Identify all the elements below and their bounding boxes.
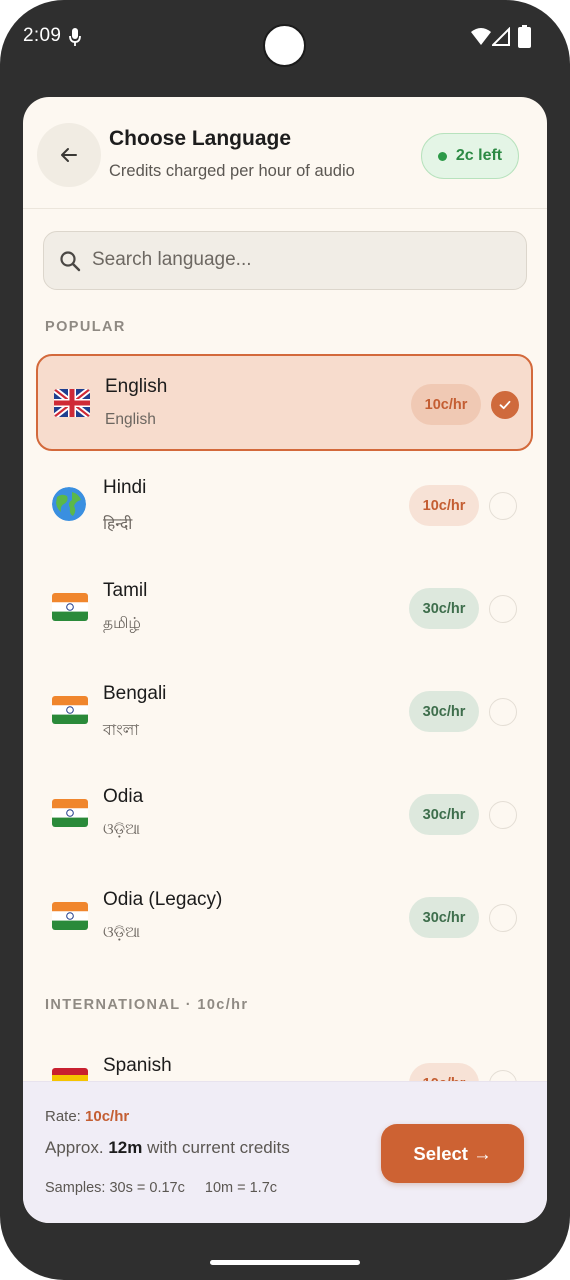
language-native-name: ଓଡ଼ିଆ (103, 924, 141, 941)
language-name: Bengali (103, 683, 167, 704)
section-label-popular: POPULAR (45, 319, 126, 335)
search-icon (60, 251, 81, 272)
globe-icon (52, 487, 86, 521)
home-indicator[interactable] (210, 1260, 360, 1265)
status-time: 2:09 (23, 25, 62, 46)
rate-badge: 30c/hr (409, 794, 479, 835)
rate-badge: 30c/hr (409, 588, 479, 629)
radio-unchecked[interactable] (489, 595, 517, 623)
search-box[interactable] (43, 231, 527, 290)
arrow-left-icon (61, 148, 77, 162)
india-flag-icon (52, 593, 88, 621)
rate-badge: 30c/hr (409, 691, 479, 732)
footer-rate: Rate: 10c/hr (45, 1108, 129, 1125)
battery-icon (518, 25, 531, 48)
status-dot-icon (437, 151, 447, 161)
footer-panel: Rate: 10c/hr Approx. 12m with current cr… (23, 1081, 547, 1223)
sample-30s: Samples: 30s = 0.17c (45, 1180, 185, 1196)
language-name: Odia (103, 786, 144, 807)
header: Choose Language Credits charged per hour… (23, 97, 547, 209)
india-flag-icon (52, 902, 88, 930)
wifi-icon (471, 28, 491, 45)
language-row-odia-legacy[interactable]: Odia (Legacy) ଓଡ଼ିଆ 30c/hr (36, 869, 533, 966)
language-row-bengali[interactable]: Bengali বাংলা 30c/hr (36, 663, 533, 760)
approx-value: 12m (108, 1138, 143, 1157)
back-button[interactable] (37, 123, 101, 187)
rate-value: 10c/hr (85, 1108, 130, 1125)
language-row-tamil[interactable]: Tamil தமிழ் 30c/hr (36, 560, 533, 657)
language-row-hindi[interactable]: Hindi हिन्दी 10c/hr (36, 457, 533, 554)
select-button[interactable]: Select → (381, 1124, 524, 1183)
language-name: Tamil (103, 580, 148, 601)
approx-prefix: Approx. (45, 1138, 104, 1157)
rate-badge: 10c/hr (411, 384, 481, 425)
page-subtitle: Credits charged per hour of audio (109, 162, 355, 180)
india-flag-icon (52, 799, 88, 827)
language-native-name: ଓଡ଼ିଆ (103, 821, 141, 838)
check-icon (499, 400, 511, 410)
credits-badge: 2c left (421, 133, 519, 179)
radio-checked[interactable] (491, 391, 519, 419)
language-native-name: தமிழ் (103, 615, 141, 632)
camera-cutout (263, 24, 306, 67)
footer-approx: Approx. 12m with current credits (45, 1138, 290, 1158)
language-name: Odia (Legacy) (103, 889, 223, 910)
signal-icon (492, 27, 510, 46)
radio-unchecked[interactable] (489, 698, 517, 726)
language-name: English (105, 376, 168, 397)
language-name: Spanish (103, 1055, 172, 1076)
footer-samples: Samples: 30s = 0.17c 10m = 1.7c (45, 1180, 277, 1196)
sample-10m: 10m = 1.7c (204, 1180, 278, 1196)
section-label-international: INTERNATIONAL · 10c/hr (45, 997, 249, 1013)
india-flag-icon (52, 696, 88, 724)
uk-flag-icon (54, 389, 90, 417)
credits-left-text: 2c left (455, 147, 503, 164)
device-frame: 2:09 Choose Language Credits charged per… (0, 0, 570, 1280)
language-native-name: English (105, 411, 156, 428)
approx-suffix: with current credits (147, 1138, 290, 1157)
microphone-icon (69, 28, 81, 46)
rate-badge: 30c/hr (409, 897, 479, 938)
radio-unchecked[interactable] (489, 801, 517, 829)
language-native-name: हिन्दी (103, 516, 133, 533)
rate-badge: 10c/hr (409, 485, 479, 526)
radio-unchecked[interactable] (489, 492, 517, 520)
language-sheet: Choose Language Credits charged per hour… (23, 97, 547, 1223)
language-native-name: বাংলা (103, 722, 139, 739)
language-row-english[interactable]: English English 10c/hr (36, 354, 533, 451)
page-title: Choose Language (109, 127, 292, 150)
search-input[interactable] (92, 232, 512, 288)
status-bar: 2:09 (0, 0, 570, 80)
rate-label: Rate: (45, 1108, 81, 1125)
language-row-odia[interactable]: Odia ଓଡ଼ିଆ 30c/hr (36, 766, 533, 863)
radio-unchecked[interactable] (489, 904, 517, 932)
language-name: Hindi (103, 477, 147, 498)
